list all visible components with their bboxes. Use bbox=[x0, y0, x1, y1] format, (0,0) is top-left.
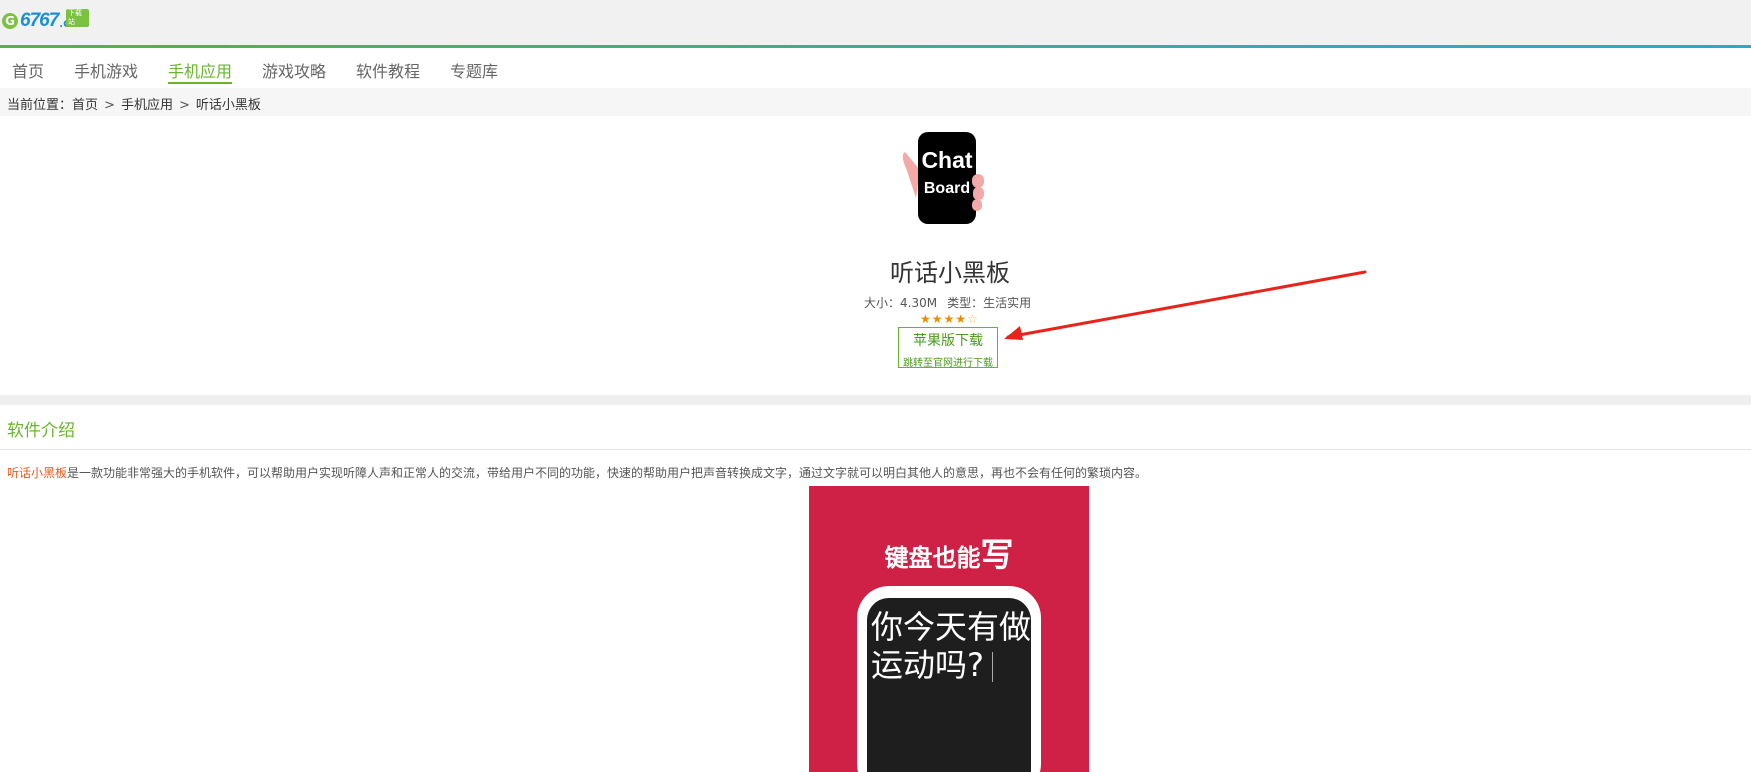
site-header: G 6767 .COM 下载站 bbox=[0, 0, 1751, 45]
promo-screen-line-1: 你今天有做 bbox=[871, 608, 1032, 646]
icon-hand-left bbox=[902, 152, 920, 198]
logo-text: 6767 bbox=[20, 10, 59, 31]
logo-badge: 下载站 bbox=[66, 9, 89, 27]
annotation-arrow-icon bbox=[1004, 270, 1367, 340]
intro-section-title: 软件介绍 bbox=[7, 421, 75, 441]
text-caret-icon bbox=[992, 652, 993, 682]
promo-headline-big: 写 bbox=[980, 535, 1014, 574]
section-divider bbox=[0, 395, 1751, 405]
icon-finger-1 bbox=[972, 174, 984, 188]
intro-app-name-link[interactable]: 听话小黑板 bbox=[7, 466, 67, 480]
app-size: 大小：4.30M bbox=[864, 296, 938, 310]
app-icon: Chat Board bbox=[902, 132, 984, 224]
download-label: 苹果版下载 bbox=[913, 333, 983, 349]
promo-screen-text: 你今天有做 运动吗? bbox=[871, 608, 1033, 684]
nav-item-mobile-apps[interactable]: 手机应用 bbox=[168, 58, 233, 84]
breadcrumb-item-current: 听话小黑板 bbox=[195, 98, 261, 113]
nav-item-topics[interactable]: 专题库 bbox=[450, 58, 498, 82]
star-empty-icon: ☆ bbox=[967, 312, 979, 326]
logo-mark-icon: G bbox=[2, 13, 18, 29]
site-logo[interactable]: G 6767 .COM 下载站 bbox=[2, 9, 89, 32]
icon-finger-3 bbox=[972, 199, 982, 211]
promo-screenshot: 键盘也能写 你今天有做 运动吗? bbox=[809, 486, 1089, 772]
promo-headline-text: 键盘也能 bbox=[884, 544, 981, 572]
nav-item-software-tutorials[interactable]: 软件教程 bbox=[356, 58, 420, 82]
breadcrumb-bar: 当前位置：首页 > 手机应用 > 听话小黑板 bbox=[0, 88, 1751, 116]
intro-body-text: 是一款功能非常强大的手机软件，可以帮助用户实现听障人声和正常人的交流，带给用户不… bbox=[67, 466, 1148, 480]
rating-stars: ★★★★☆ bbox=[920, 312, 979, 326]
promo-phone-screen: 你今天有做 运动吗? bbox=[867, 598, 1031, 772]
icon-text-chat: Chat bbox=[921, 147, 972, 173]
main-nav: 首页 手机游戏 手机应用 游戏攻略 软件教程 专题库 bbox=[0, 48, 1751, 88]
nav-item-home[interactable]: 首页 bbox=[12, 58, 44, 82]
arrow-head bbox=[1004, 326, 1023, 340]
promo-headline: 键盘也能写 bbox=[809, 528, 1089, 576]
ios-download-button[interactable]: 苹果版下载 跳转至官网进行下载 bbox=[898, 327, 998, 369]
intro-paragraph: 听话小黑板是一款功能非常强大的手机软件，可以帮助用户实现听障人声和正常人的交流，… bbox=[7, 464, 1147, 481]
icon-finger-2 bbox=[973, 187, 984, 200]
breadcrumb-prefix: 当前位置： bbox=[7, 98, 73, 113]
breadcrumb-item-category[interactable]: 手机应用 bbox=[121, 98, 173, 113]
breadcrumb-separator: > bbox=[178, 98, 190, 113]
download-sublabel: 跳转至官网进行下载 bbox=[903, 358, 993, 369]
star-filled-icon: ★★★★ bbox=[920, 312, 968, 326]
icon-phone-body bbox=[918, 132, 976, 224]
app-title: 听话小黑板 bbox=[890, 259, 1010, 287]
promo-screen-line-2: 运动吗? bbox=[871, 646, 984, 684]
breadcrumb-item-home[interactable]: 首页 bbox=[72, 98, 98, 113]
breadcrumb-separator: > bbox=[104, 98, 115, 113]
intro-section-rule bbox=[0, 449, 1751, 450]
promo-phone-frame: 你今天有做 运动吗? bbox=[857, 586, 1041, 772]
arrow-shaft bbox=[1006, 270, 1367, 339]
breadcrumb: 当前位置：首页 > 手机应用 > 听话小黑板 bbox=[7, 94, 261, 113]
nav-item-game-guides[interactable]: 游戏攻略 bbox=[262, 58, 326, 82]
icon-text-board: Board bbox=[924, 180, 970, 197]
nav-item-mobile-games[interactable]: 手机游戏 bbox=[74, 58, 138, 82]
